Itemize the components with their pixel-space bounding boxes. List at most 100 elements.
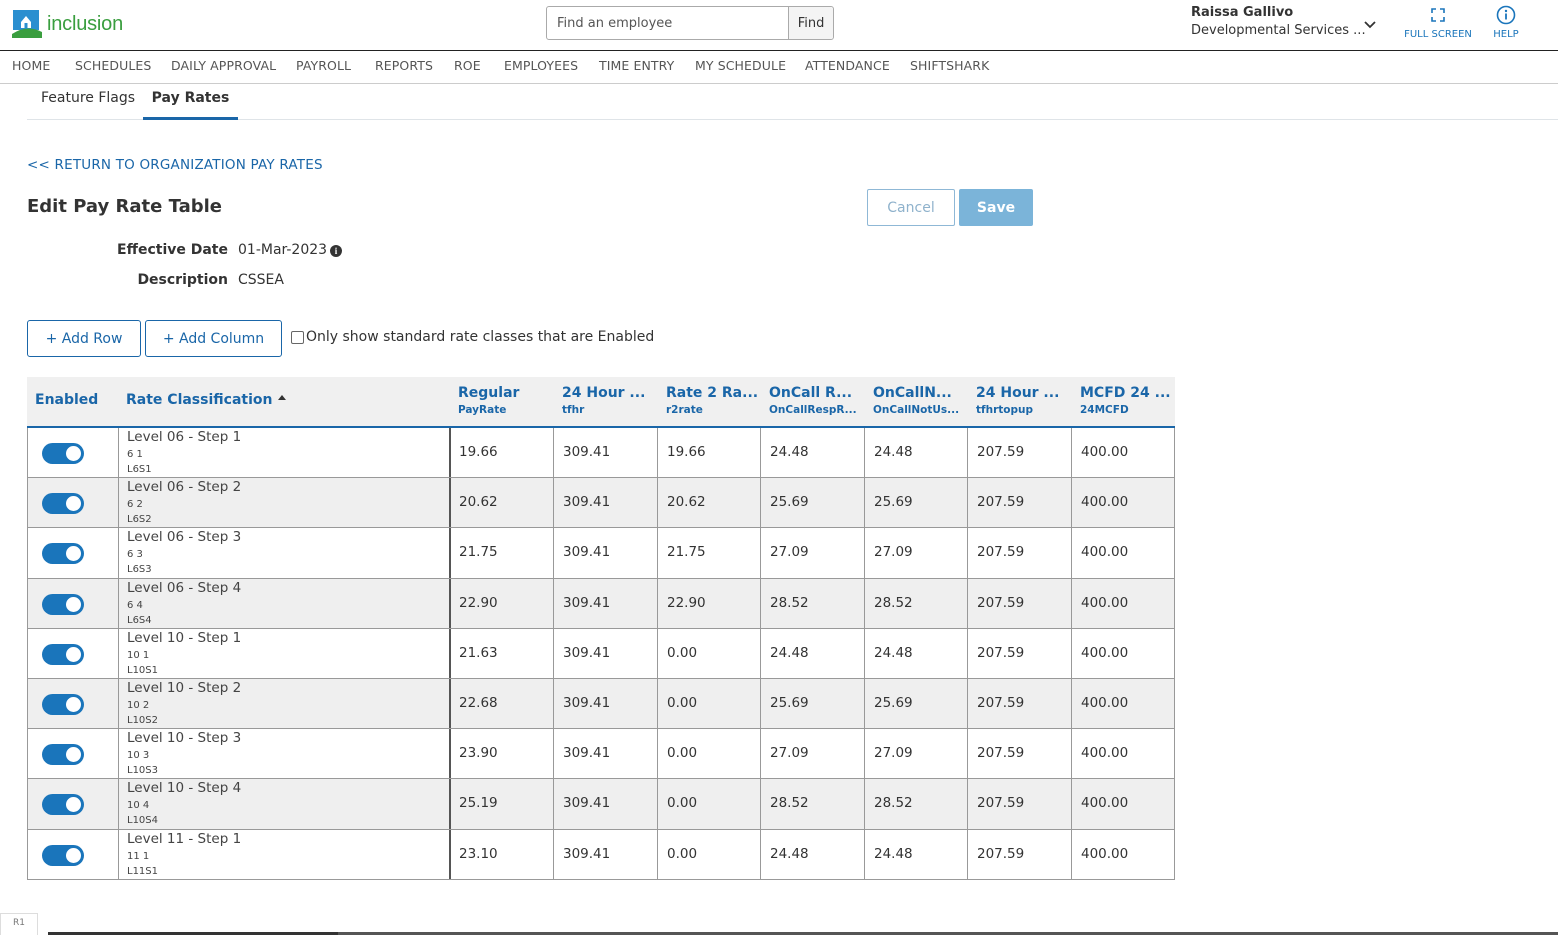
rate-value-cell[interactable]: 309.41 <box>563 745 610 761</box>
rate-value-cell[interactable]: 28.52 <box>770 795 809 811</box>
header-column-tfhrtopup[interactable]: 24 Hour ... tfhrtopup <box>968 377 1071 426</box>
save-button[interactable]: Save <box>959 189 1033 226</box>
app-logo[interactable]: inclusion <box>12 10 123 38</box>
rate-value-cell[interactable]: 400.00 <box>1081 544 1128 560</box>
header-rate-classification[interactable]: Rate Classification <box>118 377 450 426</box>
tab-feature-flags[interactable]: Feature Flags <box>41 90 135 120</box>
header-column-tfhr[interactable]: 24 Hour ... tfhr <box>554 377 657 426</box>
enabled-toggle[interactable] <box>42 643 84 665</box>
chevron-down-icon[interactable] <box>1364 14 1376 33</box>
rate-value-cell[interactable]: 0.00 <box>667 645 697 661</box>
rate-value-cell[interactable]: 27.09 <box>770 745 809 761</box>
rate-value-cell[interactable]: 28.52 <box>874 595 913 611</box>
enabled-toggle[interactable] <box>42 593 84 615</box>
rate-value-cell[interactable]: 19.66 <box>459 444 498 460</box>
rate-value-cell[interactable]: 400.00 <box>1081 494 1128 510</box>
rate-value-cell[interactable]: 309.41 <box>563 795 610 811</box>
help-button[interactable]: HELP <box>1488 4 1524 41</box>
rate-value-cell[interactable]: 400.00 <box>1081 795 1128 811</box>
rate-value-cell[interactable]: 22.90 <box>667 595 706 611</box>
rate-value-cell[interactable]: 24.48 <box>874 645 913 661</box>
rate-value-cell[interactable]: 309.41 <box>563 444 610 460</box>
rate-value-cell[interactable]: 207.59 <box>977 595 1024 611</box>
rate-value-cell[interactable]: 25.69 <box>770 695 809 711</box>
rate-value-cell[interactable]: 22.68 <box>459 695 498 711</box>
enabled-toggle[interactable] <box>42 794 84 816</box>
full-screen-button[interactable]: FULL SCREEN <box>1403 4 1473 41</box>
rate-value-cell[interactable]: 207.59 <box>977 795 1024 811</box>
rate-value-cell[interactable]: 207.59 <box>977 695 1024 711</box>
rate-value-cell[interactable]: 22.90 <box>459 595 498 611</box>
rate-value-cell[interactable]: 24.48 <box>874 444 913 460</box>
search-input[interactable] <box>547 7 789 39</box>
rate-value-cell[interactable]: 400.00 <box>1081 745 1128 761</box>
header-column-payrate[interactable]: Regular PayRate <box>450 377 553 426</box>
rate-value-cell[interactable]: 24.48 <box>770 846 809 862</box>
rate-value-cell[interactable]: 21.75 <box>667 544 706 560</box>
rate-value-cell[interactable]: 400.00 <box>1081 645 1128 661</box>
rate-value-cell[interactable]: 207.59 <box>977 745 1024 761</box>
rate-value-cell[interactable]: 20.62 <box>667 494 706 510</box>
enabled-filter-checkbox[interactable] <box>291 330 304 344</box>
rate-value-cell[interactable]: 23.10 <box>459 846 498 862</box>
enabled-toggle[interactable] <box>42 443 84 464</box>
rate-value-cell[interactable]: 27.09 <box>874 544 913 560</box>
nav-shiftshark[interactable]: SHIFTSHARK <box>910 58 989 73</box>
rate-value-cell[interactable]: 400.00 <box>1081 695 1128 711</box>
nav-roe[interactable]: ROE <box>454 58 481 73</box>
nav-employees[interactable]: EMPLOYEES <box>504 58 578 73</box>
rate-value-cell[interactable]: 25.69 <box>770 494 809 510</box>
header-column-r2rate[interactable]: Rate 2 Ra... r2rate <box>658 377 761 426</box>
rate-value-cell[interactable]: 0.00 <box>667 695 697 711</box>
nav-time-entry[interactable]: TIME ENTRY <box>599 58 674 73</box>
rate-value-cell[interactable]: 207.59 <box>977 544 1024 560</box>
rate-value-cell[interactable]: 27.09 <box>770 544 809 560</box>
rate-value-cell[interactable]: 21.75 <box>459 544 498 560</box>
user-menu[interactable]: Raissa Gallivo Developmental Services ..… <box>1191 4 1381 40</box>
rate-value-cell[interactable]: 207.59 <box>977 494 1024 510</box>
nav-reports[interactable]: REPORTS <box>375 58 433 73</box>
rate-value-cell[interactable]: 25.69 <box>874 494 913 510</box>
header-column-24mcfd[interactable]: MCFD 24 ... 24MCFD <box>1072 377 1175 426</box>
tab-pay-rates[interactable]: Pay Rates <box>143 90 238 120</box>
rate-value-cell[interactable]: 28.52 <box>874 795 913 811</box>
return-to-organization-pay-rates-link[interactable]: << RETURN TO ORGANIZATION PAY RATES <box>27 157 323 173</box>
nav-daily-approval[interactable]: DAILY APPROVAL <box>171 58 276 73</box>
add-row-button[interactable]: + Add Row <box>27 320 141 357</box>
nav-schedules[interactable]: SCHEDULES <box>75 58 151 73</box>
rate-value-cell[interactable]: 309.41 <box>563 494 610 510</box>
rate-value-cell[interactable]: 24.48 <box>874 846 913 862</box>
rate-value-cell[interactable]: 400.00 <box>1081 444 1128 460</box>
enabled-toggle[interactable] <box>42 744 84 766</box>
enabled-toggle[interactable] <box>42 493 84 515</box>
header-column-oncallrespr[interactable]: OnCall R... OnCallRespR... <box>761 377 864 426</box>
add-column-button[interactable]: + Add Column <box>145 320 282 357</box>
sheet-tab[interactable]: R1 <box>0 913 38 935</box>
rate-value-cell[interactable]: 23.90 <box>459 745 498 761</box>
enabled-toggle[interactable] <box>42 694 84 715</box>
info-icon[interactable]: i <box>330 245 342 257</box>
rate-value-cell[interactable]: 24.48 <box>770 444 809 460</box>
rate-value-cell[interactable]: 20.62 <box>459 494 498 510</box>
rate-value-cell[interactable]: 19.66 <box>667 444 706 460</box>
rate-value-cell[interactable]: 25.69 <box>874 695 913 711</box>
rate-value-cell[interactable]: 400.00 <box>1081 846 1128 862</box>
find-button[interactable]: Find <box>788 7 833 39</box>
rate-value-cell[interactable]: 207.59 <box>977 645 1024 661</box>
rate-value-cell[interactable]: 25.19 <box>459 795 498 811</box>
rate-value-cell[interactable]: 400.00 <box>1081 595 1128 611</box>
rate-value-cell[interactable]: 309.41 <box>563 846 610 862</box>
rate-value-cell[interactable]: 207.59 <box>977 444 1024 460</box>
rate-value-cell[interactable]: 207.59 <box>977 846 1024 862</box>
nav-my-schedule[interactable]: MY SCHEDULE <box>695 58 786 73</box>
rate-value-cell[interactable]: 309.41 <box>563 645 610 661</box>
rate-value-cell[interactable]: 0.00 <box>667 745 697 761</box>
rate-value-cell[interactable]: 24.48 <box>770 645 809 661</box>
header-column-oncallnotus[interactable]: OnCallN... OnCallNotUs... <box>865 377 968 426</box>
nav-home[interactable]: HOME <box>12 58 50 73</box>
header-enabled[interactable]: Enabled <box>27 377 118 426</box>
rate-value-cell[interactable]: 309.41 <box>563 595 610 611</box>
rate-value-cell[interactable]: 0.00 <box>667 846 697 862</box>
nav-payroll[interactable]: PAYROLL <box>296 58 351 73</box>
rate-value-cell[interactable]: 0.00 <box>667 795 697 811</box>
